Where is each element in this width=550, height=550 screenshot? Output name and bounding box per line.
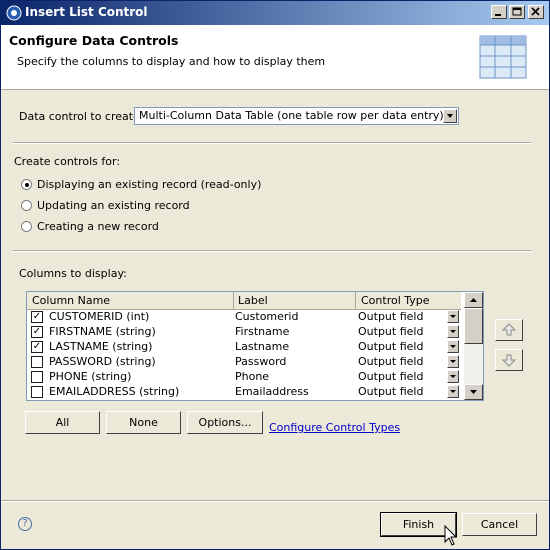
data-control-value: Multi-Column Data Table (one table row p… xyxy=(139,109,444,122)
chevron-down-icon xyxy=(450,390,456,393)
maximize-icon xyxy=(512,7,522,16)
row-label[interactable]: Phone xyxy=(235,370,269,383)
separator xyxy=(13,142,531,144)
control-type-dropdown[interactable] xyxy=(447,325,459,338)
row-checkbox[interactable]: ✓ xyxy=(31,311,43,323)
arrow-up-icon xyxy=(501,323,517,336)
chevron-down-icon xyxy=(450,330,456,333)
row-label[interactable]: Password xyxy=(235,355,286,368)
row-column-name: LASTNAME (string) xyxy=(49,340,153,353)
table-header: Column Name Label Control Type xyxy=(27,292,461,310)
control-type-dropdown[interactable] xyxy=(447,340,459,353)
radio-button[interactable] xyxy=(21,200,32,211)
select-all-button[interactable]: All xyxy=(25,411,100,434)
row-column-name: CUSTOMERID (int) xyxy=(49,310,150,323)
row-control-type[interactable]: Output field xyxy=(358,370,423,383)
chevron-up-icon xyxy=(470,298,477,302)
close-icon xyxy=(531,7,540,16)
radio-label: Displaying an existing record (read-only… xyxy=(37,178,262,191)
table-graphic-icon xyxy=(479,35,527,79)
chevron-down-icon xyxy=(450,375,456,378)
row-label[interactable]: Lastname xyxy=(235,340,289,353)
title-bar[interactable]: Insert List Control xyxy=(1,1,549,25)
minimize-icon xyxy=(495,14,501,16)
column-header-label[interactable]: Label xyxy=(238,294,268,307)
scroll-thumb[interactable] xyxy=(464,308,483,344)
cancel-button[interactable]: Cancel xyxy=(462,513,537,536)
table-row[interactable]: ✓ CUSTOMERID (int) Customerid Output fie… xyxy=(27,309,461,324)
radio-button[interactable] xyxy=(21,179,32,190)
control-type-dropdown[interactable] xyxy=(447,385,459,398)
chevron-down-icon xyxy=(470,390,477,394)
mouse-cursor-icon xyxy=(444,525,458,546)
row-column-name: PASSWORD (string) xyxy=(49,355,156,368)
row-checkbox[interactable] xyxy=(31,371,43,383)
scroll-down-button[interactable] xyxy=(464,384,483,400)
row-control-type[interactable]: Output field xyxy=(358,310,423,323)
configure-control-types-link[interactable]: Configure Control Types xyxy=(269,421,400,434)
select-none-button[interactable]: None xyxy=(106,411,181,434)
columns-table[interactable]: Column Name Label Control Type ✓ CUSTOME… xyxy=(26,291,484,401)
options-button[interactable]: Options... xyxy=(187,411,263,434)
table-scrollbar[interactable] xyxy=(464,292,483,400)
data-control-label: Data control to create: xyxy=(19,110,144,123)
radio-label: Creating a new record xyxy=(37,220,159,233)
minimize-button[interactable] xyxy=(491,5,507,19)
chevron-down-icon xyxy=(450,315,456,318)
page-description: Specify the columns to display and how t… xyxy=(17,55,326,68)
chevron-down-icon xyxy=(450,360,456,363)
radio-label: Updating an existing record xyxy=(37,199,190,212)
combo-dropdown-button[interactable] xyxy=(443,109,457,123)
column-header-control-type[interactable]: Control Type xyxy=(361,294,430,307)
create-controls-label: Create controls for: xyxy=(14,155,121,168)
data-control-select[interactable]: Multi-Column Data Table (one table row p… xyxy=(134,107,459,125)
radio-button[interactable] xyxy=(21,221,32,232)
separator xyxy=(13,250,531,252)
insert-list-control-dialog: Insert List Control Configure Data Contr… xyxy=(0,0,550,550)
row-label[interactable]: Emailaddress xyxy=(235,385,309,398)
row-control-type[interactable]: Output field xyxy=(358,385,423,398)
page-title: Configure Data Controls xyxy=(9,33,179,48)
row-label[interactable]: Firstname xyxy=(235,325,289,338)
close-button[interactable] xyxy=(528,5,544,19)
chevron-down-icon xyxy=(447,114,453,118)
columns-label: Columns to display: xyxy=(19,267,127,280)
row-control-type[interactable]: Output field xyxy=(358,340,423,353)
table-row[interactable]: EMAILADDRESS (string) Emailaddress Outpu… xyxy=(27,384,461,399)
row-column-name: FIRSTNAME (string) xyxy=(49,325,156,338)
help-icon[interactable]: ? xyxy=(18,517,32,531)
row-control-type[interactable]: Output field xyxy=(358,325,423,338)
maximize-button[interactable] xyxy=(509,5,525,19)
row-column-name: EMAILADDRESS (string) xyxy=(49,385,180,398)
control-type-dropdown[interactable] xyxy=(447,310,459,323)
table-row[interactable]: PHONE (string) Phone Output field xyxy=(27,369,461,384)
column-divider[interactable] xyxy=(355,292,356,309)
wizard-header: Configure Data Controls Specify the colu… xyxy=(1,25,549,90)
row-checkbox[interactable]: ✓ xyxy=(31,341,43,353)
separator xyxy=(1,500,549,502)
row-checkbox[interactable] xyxy=(31,386,43,398)
window-title: Insert List Control xyxy=(25,5,148,19)
move-down-button[interactable] xyxy=(495,349,523,371)
arrow-down-icon xyxy=(501,354,517,367)
row-label[interactable]: Customerid xyxy=(235,310,298,323)
row-checkbox[interactable]: ✓ xyxy=(31,326,43,338)
row-control-type[interactable]: Output field xyxy=(358,355,423,368)
scroll-up-button[interactable] xyxy=(464,292,483,308)
control-type-dropdown[interactable] xyxy=(447,355,459,368)
table-row[interactable]: ✓ FIRSTNAME (string) Firstname Output fi… xyxy=(27,324,461,339)
table-row[interactable]: PASSWORD (string) Password Output field xyxy=(27,354,461,369)
row-checkbox[interactable] xyxy=(31,356,43,368)
control-type-dropdown[interactable] xyxy=(447,370,459,383)
move-up-button[interactable] xyxy=(495,319,523,341)
app-icon xyxy=(6,5,22,21)
table-row[interactable]: ✓ LASTNAME (string) Lastname Output fiel… xyxy=(27,339,461,354)
row-column-name: PHONE (string) xyxy=(49,370,132,383)
column-header-name[interactable]: Column Name xyxy=(32,294,110,307)
chevron-down-icon xyxy=(450,345,456,348)
column-divider[interactable] xyxy=(233,292,234,309)
